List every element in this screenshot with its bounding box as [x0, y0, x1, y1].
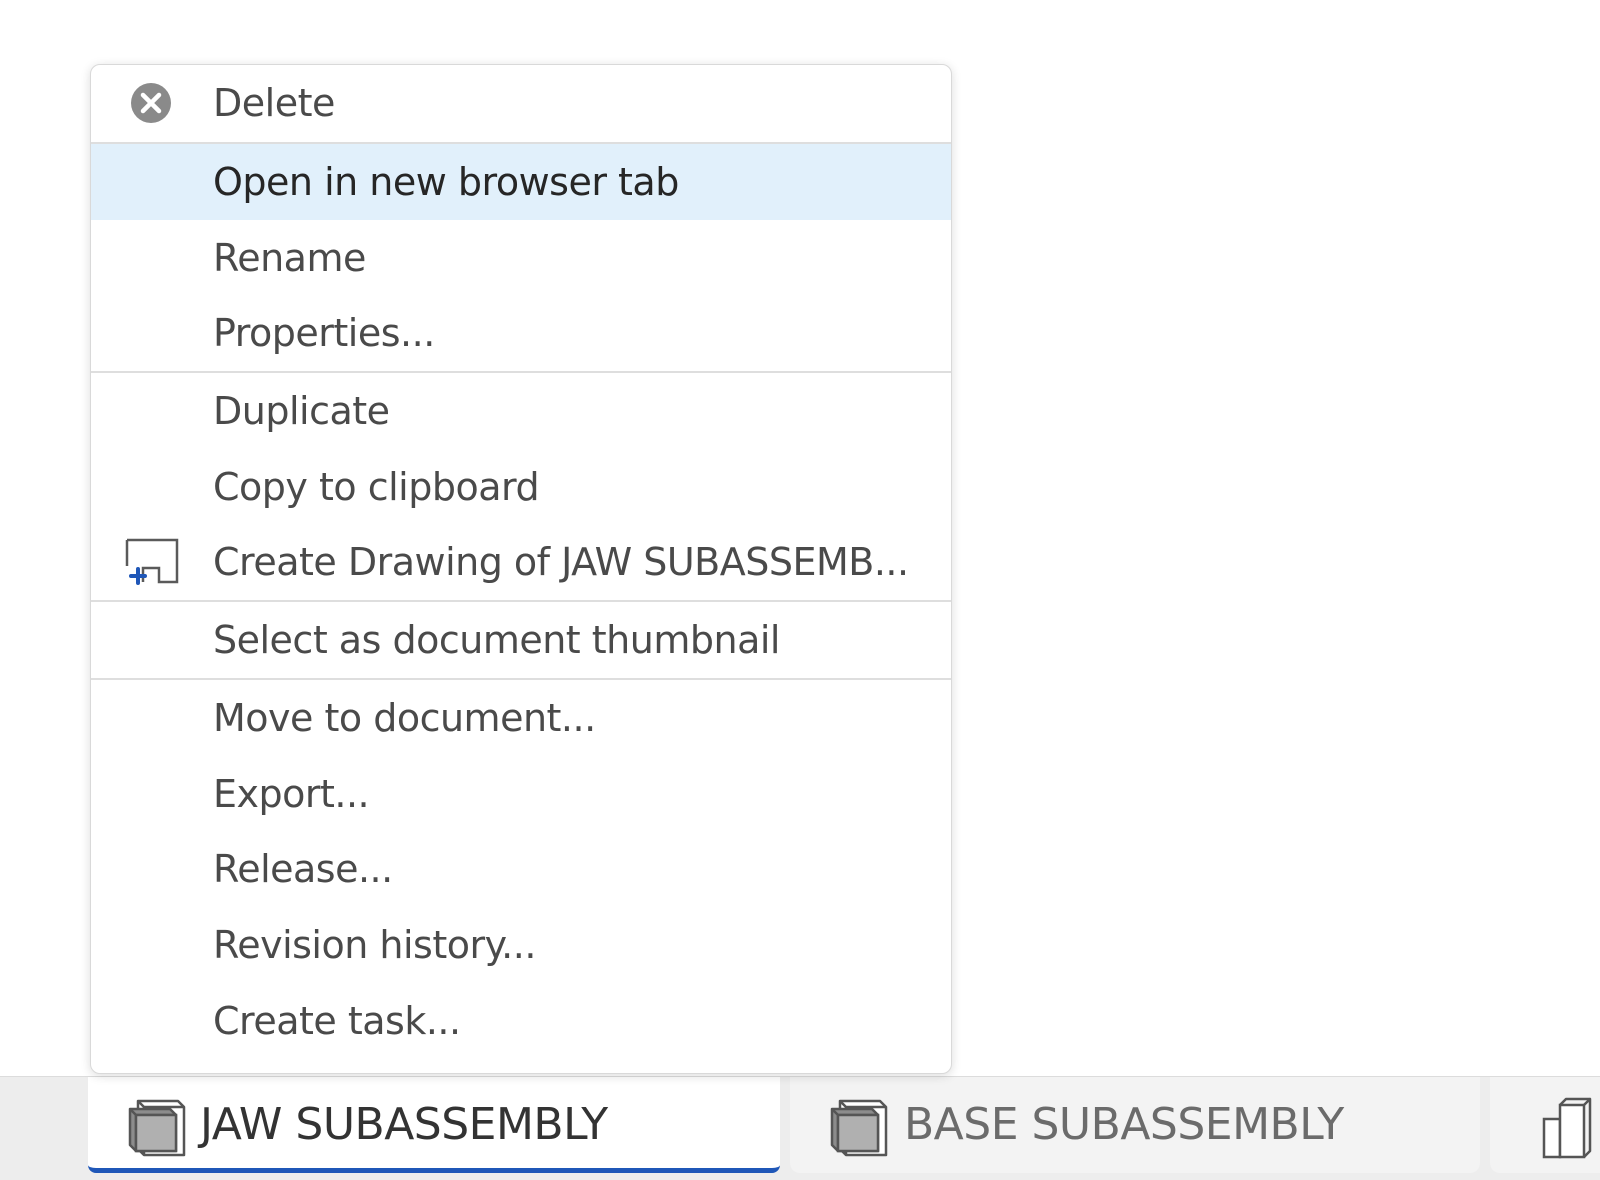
- menu-item-export[interactable]: Export...: [91, 756, 951, 832]
- part-studio-icon: [1542, 1097, 1592, 1159]
- tab-base-subassembly[interactable]: BASE SUBASSEMBLY: [790, 1077, 1480, 1173]
- menu-item-label: Duplicate: [213, 389, 390, 433]
- menu-item-rename[interactable]: Rename: [91, 220, 951, 296]
- menu-item-label: Open in new browser tab: [213, 160, 679, 204]
- menu-item-open-in-new-tab[interactable]: Open in new browser tab: [91, 144, 951, 220]
- context-menu: Delete Open in new browser tab Rename Pr…: [90, 64, 952, 1074]
- menu-item-label: Rename: [213, 236, 366, 280]
- tab-jaw-subassembly[interactable]: JAW SUBASSEMBLY: [88, 1077, 780, 1173]
- menu-item-label: Export...: [213, 772, 370, 816]
- document-tab-bar: JAW SUBASSEMBLY BASE SUBASSEMBLY: [0, 1076, 1600, 1180]
- assembly-icon: [830, 1099, 888, 1157]
- tab-label: JAW SUBASSEMBLY: [200, 1099, 608, 1150]
- menu-item-label: Properties...: [213, 311, 435, 355]
- menu-item-release[interactable]: Release...: [91, 831, 951, 907]
- menu-item-label: Copy to clipboard: [213, 465, 540, 509]
- create-drawing-icon: [121, 524, 181, 600]
- menu-item-duplicate[interactable]: Duplicate: [91, 373, 951, 449]
- menu-item-label: Revision history...: [213, 923, 536, 967]
- menu-item-move-to-document[interactable]: Move to document...: [91, 680, 951, 756]
- menu-item-properties[interactable]: Properties...: [91, 295, 951, 371]
- menu-item-label: Move to document...: [213, 696, 596, 740]
- tab-label: BASE SUBASSEMBLY: [904, 1099, 1344, 1150]
- menu-item-copy-to-clipboard[interactable]: Copy to clipboard: [91, 449, 951, 525]
- menu-item-select-as-thumbnail[interactable]: Select as document thumbnail: [91, 602, 951, 678]
- menu-item-label: Select as document thumbnail: [213, 618, 780, 662]
- tab-part-studio[interactable]: [1490, 1077, 1600, 1173]
- menu-item-create-task[interactable]: Create task...: [91, 983, 951, 1059]
- menu-item-label: Release...: [213, 847, 393, 891]
- menu-item-revision-history[interactable]: Revision history...: [91, 907, 951, 983]
- menu-item-label: Create Drawing of JAW SUBASSEMB...: [213, 540, 909, 584]
- menu-item-label: Delete: [213, 81, 335, 125]
- menu-item-label: Create task...: [213, 999, 461, 1043]
- menu-item-create-drawing[interactable]: Create Drawing of JAW SUBASSEMB...: [91, 524, 951, 600]
- assembly-icon: [128, 1099, 186, 1157]
- menu-item-delete[interactable]: Delete: [91, 65, 951, 141]
- delete-circle-x-icon: [121, 65, 181, 141]
